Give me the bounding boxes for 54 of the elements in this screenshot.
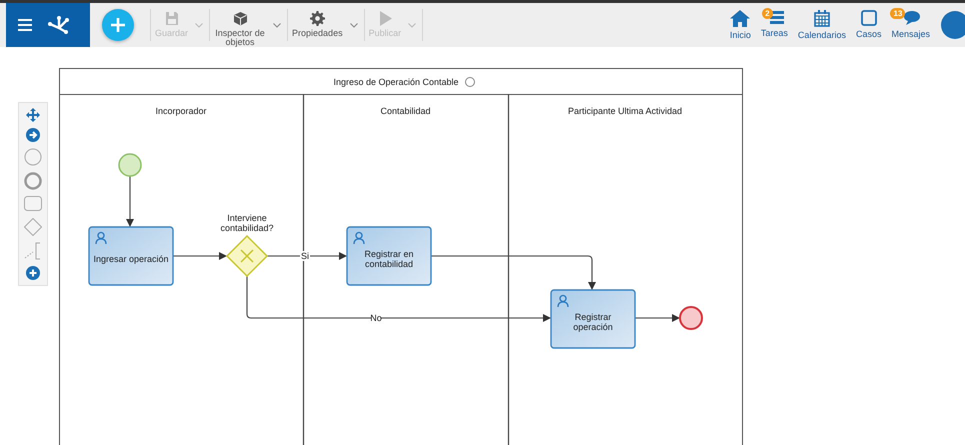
- task-label: Registrar en contabilidad: [363, 249, 415, 269]
- home-icon: [730, 10, 750, 27]
- user-task[interactable]: Ingresar operación: [88, 226, 174, 286]
- chevron-down-icon: [408, 22, 416, 28]
- object-inspector-button[interactable]: Inspector de objetos: [210, 3, 270, 47]
- count-badge: 2: [762, 8, 773, 19]
- radio-circle-icon[interactable]: [465, 77, 475, 87]
- add-circle-icon[interactable]: [26, 266, 40, 280]
- lane-title: Contabilidad: [380, 106, 431, 116]
- user-task[interactable]: Registrar operación: [550, 289, 636, 349]
- bird-foot-logo-icon[interactable]: [48, 15, 70, 35]
- end-event-tool-icon[interactable]: [24, 172, 42, 190]
- plus-icon: [111, 18, 125, 32]
- messages-button[interactable]: Mensajes 13: [890, 3, 931, 47]
- start-event-tool-icon[interactable]: [24, 148, 42, 166]
- play-icon: [378, 11, 392, 26]
- sequence-flow-arrow[interactable]: [173, 252, 227, 260]
- lane-title: Incorporador: [155, 106, 207, 116]
- sequence-flow-arrow[interactable]: [126, 176, 134, 227]
- count-badge: 13: [890, 8, 906, 19]
- sequence-flow-arrow[interactable]: [634, 314, 680, 322]
- sequence-flow-arrow[interactable]: [431, 255, 596, 290]
- properties-button[interactable]: Propiedades: [288, 3, 347, 47]
- task-label: Ingresar operación: [93, 254, 169, 264]
- task-label: Registrar operación: [572, 312, 614, 332]
- user-avatar[interactable]: [941, 11, 965, 39]
- lane-title: Participante Ultima Actividad: [568, 106, 682, 116]
- sequence-flow-arrow[interactable]: [246, 276, 551, 322]
- pool-title: Ingreso de Operación Contable: [333, 77, 459, 87]
- add-button[interactable]: [102, 9, 134, 41]
- user-icon: [557, 294, 569, 308]
- cases-button[interactable]: Casos: [854, 3, 882, 47]
- chevron-down-icon: [273, 22, 282, 28]
- square-icon: [860, 10, 877, 26]
- user-task[interactable]: Registrar en contabilidad: [346, 226, 432, 286]
- sequence-flow-arrow[interactable]: [267, 252, 347, 260]
- cube-icon: [232, 11, 248, 26]
- flow-label: Si: [301, 251, 309, 261]
- flow-label: No: [370, 313, 382, 323]
- calendars-button[interactable]: Calendarios: [796, 3, 847, 47]
- move-icon[interactable]: [26, 108, 40, 122]
- home-button[interactable]: Inicio: [728, 3, 752, 47]
- gateway-label: Interviene contabilidad?: [219, 213, 275, 233]
- chevron-down-icon: [350, 22, 358, 28]
- end-event[interactable]: [679, 306, 703, 330]
- tasks-button[interactable]: Tareas 2: [760, 3, 789, 47]
- calendar-icon: [814, 10, 830, 27]
- user-icon: [353, 232, 365, 245]
- menu-icon[interactable]: [18, 19, 32, 31]
- gear-icon: [310, 11, 325, 26]
- chevron-down-icon: [195, 22, 204, 28]
- start-event[interactable]: [118, 153, 142, 177]
- user-icon: [95, 232, 107, 245]
- arrow-right-circle-icon[interactable]: [26, 128, 40, 142]
